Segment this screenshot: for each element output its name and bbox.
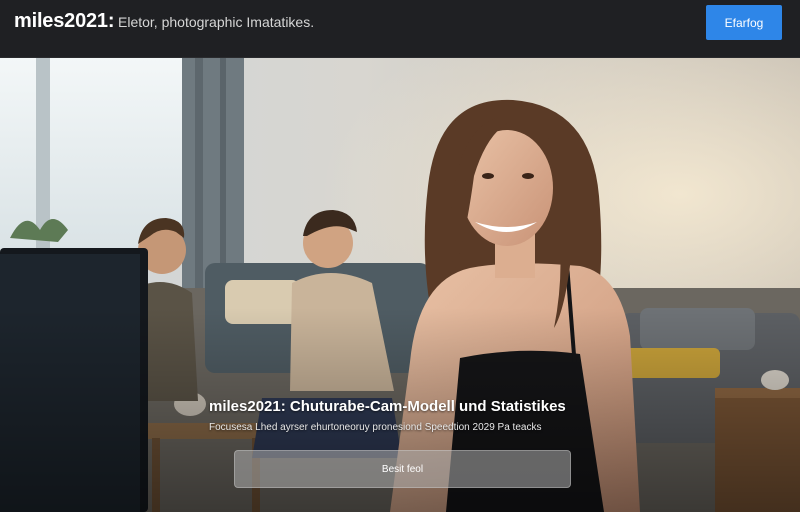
header-action-button[interactable]: Efarfog [706,5,782,40]
hero-photo [0,58,800,512]
hero-subheadline: Focusesa Lhed ayrser ehurtoneoruy prones… [209,422,542,433]
top-bar: miles2021: Eletor, photographic Imatatik… [0,0,800,58]
hero-cta-button[interactable]: Besit feol [234,450,571,488]
hero-headline: miles2021: Chuturabe-Cam-Modell und Stat… [209,398,566,415]
site-logo[interactable]: miles2021: [14,10,114,33]
site-tagline: Eletor, photographic Imatatikes. [118,14,315,30]
hero-section: miles2021: Chuturabe-Cam-Modell und Stat… [0,58,800,512]
